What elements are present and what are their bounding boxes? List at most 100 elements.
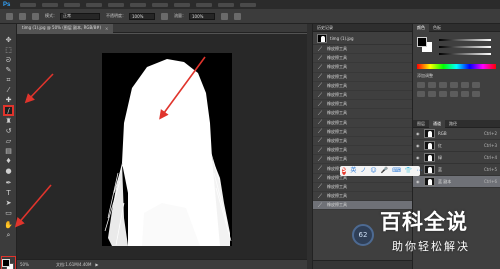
channel-row[interactable]: ◉蓝Ctrl+5 [413, 164, 500, 176]
document-canvas[interactable] [102, 53, 232, 246]
ime-skin-icon[interactable]: 👕 [405, 166, 412, 176]
adjustment-icon[interactable] [439, 82, 447, 88]
menu-item[interactable] [20, 2, 36, 7]
color-slider[interactable] [439, 46, 491, 48]
adjustment-icon[interactable] [450, 82, 458, 88]
opacity-field[interactable]: 100% [129, 12, 155, 20]
menu-item[interactable] [108, 2, 124, 7]
menu-item[interactable] [152, 2, 168, 7]
history-step[interactable]: ⟋ 橡皮擦工具 [313, 73, 412, 82]
adjustment-icon[interactable] [450, 91, 458, 97]
adjustment-icon[interactable] [428, 82, 436, 88]
channel-row[interactable]: ◉ 绿 Ctrl+4 [413, 152, 500, 164]
hand-icon[interactable]: ✋ [4, 221, 13, 230]
history-step[interactable]: ⟋ 橡皮擦工具 [313, 45, 412, 55]
quick-select-icon[interactable]: ✎ [4, 66, 13, 75]
adjustment-icon[interactable] [461, 82, 469, 88]
type-icon[interactable]: T [4, 189, 13, 198]
menu-item[interactable] [240, 2, 256, 7]
menu-item[interactable] [196, 2, 212, 7]
menu-item[interactable] [218, 2, 234, 7]
pressure-opacity-icon[interactable] [161, 12, 168, 20]
tab-swatches[interactable]: 色板 [429, 25, 445, 31]
history-step[interactable]: ⟋ 橡皮擦工具 [313, 128, 412, 137]
visibility-eye-icon[interactable]: ◉ [416, 179, 421, 184]
ime-emoji-icon[interactable]: ☺ [370, 166, 376, 176]
adjustment-icon[interactable] [428, 91, 436, 97]
history-step[interactable]: ⟋ 橡皮擦工具 [313, 91, 412, 101]
tab-layers[interactable]: 图层 [413, 121, 429, 127]
move-icon[interactable]: ✥ [4, 36, 13, 45]
floating-gauge[interactable]: 62 [352, 224, 374, 246]
visibility-eye-icon[interactable]: ◉ [416, 155, 421, 160]
dodge-icon[interactable]: ● [4, 167, 13, 176]
ime-english-toggle[interactable]: 英 [350, 166, 356, 176]
gradient-icon[interactable]: ▤ [4, 147, 13, 156]
airbrush-icon[interactable] [221, 12, 228, 20]
zoom-icon[interactable]: ⌕ [4, 231, 13, 240]
history-step[interactable]: ⟋ 橡皮擦工具 [313, 82, 412, 91]
ime-toolbar[interactable]: S 英 ノ ☺ 🎤 ⌨ 👕 ⋯ [340, 166, 422, 176]
history-step[interactable]: ⟋ 橡皮擦工具 [313, 63, 412, 73]
adjustment-icon[interactable] [417, 82, 425, 88]
channel-row[interactable]: ◉ 红 Ctrl+3 [413, 140, 500, 152]
canvas-workspace[interactable] [17, 34, 307, 259]
marquee-icon[interactable]: ⬚ [4, 46, 13, 55]
history-panel-title[interactable]: 历史记录 [313, 24, 412, 32]
history-step[interactable]: ⟋ 橡皮擦工具 [313, 192, 412, 202]
color-spectrum[interactable] [417, 64, 496, 69]
document-tab[interactable]: timg (1).jpg @ 50% (图层 副本, RGB/8#) × [17, 23, 114, 33]
history-step[interactable]: ⟋ 橡皮擦工具 [313, 155, 412, 165]
channel-row[interactable]: ◉ 蓝 副本 Ctrl+6 [413, 176, 500, 188]
clone-stamp-icon[interactable]: ♜ [4, 117, 13, 126]
path-select-icon[interactable]: ➤ [4, 199, 13, 208]
history-brush-icon[interactable]: ↺ [4, 127, 13, 136]
healing-brush-icon[interactable]: ✚ [4, 96, 13, 105]
adjustment-icon[interactable] [439, 91, 447, 97]
blur-icon[interactable]: ♦ [4, 157, 13, 166]
history-step[interactable]: ⟋ 橡皮擦工具 [313, 109, 412, 119]
adjustment-icon[interactable] [417, 91, 425, 97]
color-slider[interactable] [439, 53, 491, 55]
ime-keyboard-icon[interactable]: ⌨ [392, 166, 401, 176]
lasso-icon[interactable]: ᘐ [4, 56, 13, 65]
shape-icon[interactable]: ▭ [4, 209, 13, 218]
adjustment-icon[interactable] [461, 91, 469, 97]
history-snapshot[interactable]: timg (1).jpg [313, 32, 412, 45]
flow-field[interactable]: 100% [189, 12, 215, 20]
history-step[interactable]: ⟋ 橡皮擦工具 [313, 100, 412, 110]
mode-select[interactable]: 正常 [60, 12, 100, 20]
eraser-icon[interactable]: ▱ [4, 137, 13, 146]
tab-channels[interactable]: 通道 [429, 119, 445, 128]
tab-paths[interactable]: 路径 [445, 121, 461, 127]
brush-panel-icon[interactable] [32, 12, 39, 20]
menu-item[interactable] [42, 2, 58, 7]
pen-icon[interactable]: ✒ [4, 179, 13, 188]
color-slider[interactable] [439, 39, 491, 41]
zoom-level[interactable]: 50% [20, 262, 38, 267]
menu-item[interactable] [130, 2, 146, 7]
history-step[interactable]: ⟋ 橡皮擦工具 [313, 54, 412, 64]
history-step[interactable]: ⟋ 橡皮擦工具 [313, 137, 412, 147]
ime-more-icon[interactable]: ⋯ [416, 166, 422, 176]
tool-preset-icon[interactable] [6, 12, 13, 20]
brush-size-icon[interactable] [19, 12, 26, 20]
history-step[interactable]: ⟋ 橡皮擦工具 [313, 119, 412, 128]
visibility-eye-icon[interactable]: ◉ [416, 131, 421, 136]
crop-icon[interactable]: ⌗ [4, 76, 13, 85]
pressure-size-icon[interactable] [234, 12, 241, 20]
tab-color[interactable]: 颜色 [413, 23, 429, 32]
color-panel-foreground[interactable] [417, 37, 427, 47]
visibility-eye-icon[interactable]: ◉ [416, 143, 421, 148]
eyedropper-icon[interactable]: ⁄ [4, 86, 13, 95]
adjustment-icon[interactable] [472, 91, 480, 97]
menu-item[interactable] [64, 2, 80, 7]
close-icon[interactable]: × [105, 26, 108, 31]
adjustment-icon[interactable] [472, 82, 480, 88]
ime-punctuation-icon[interactable]: ノ [360, 166, 366, 176]
ime-voice-icon[interactable]: 🎤 [381, 166, 388, 176]
foreground-color-swatch[interactable] [2, 259, 10, 267]
brush-icon[interactable]: ∕ [3, 105, 14, 116]
status-menu-arrow[interactable]: ▶ [95, 262, 98, 267]
history-step[interactable]: ⟋ 橡皮擦工具 [313, 183, 412, 192]
